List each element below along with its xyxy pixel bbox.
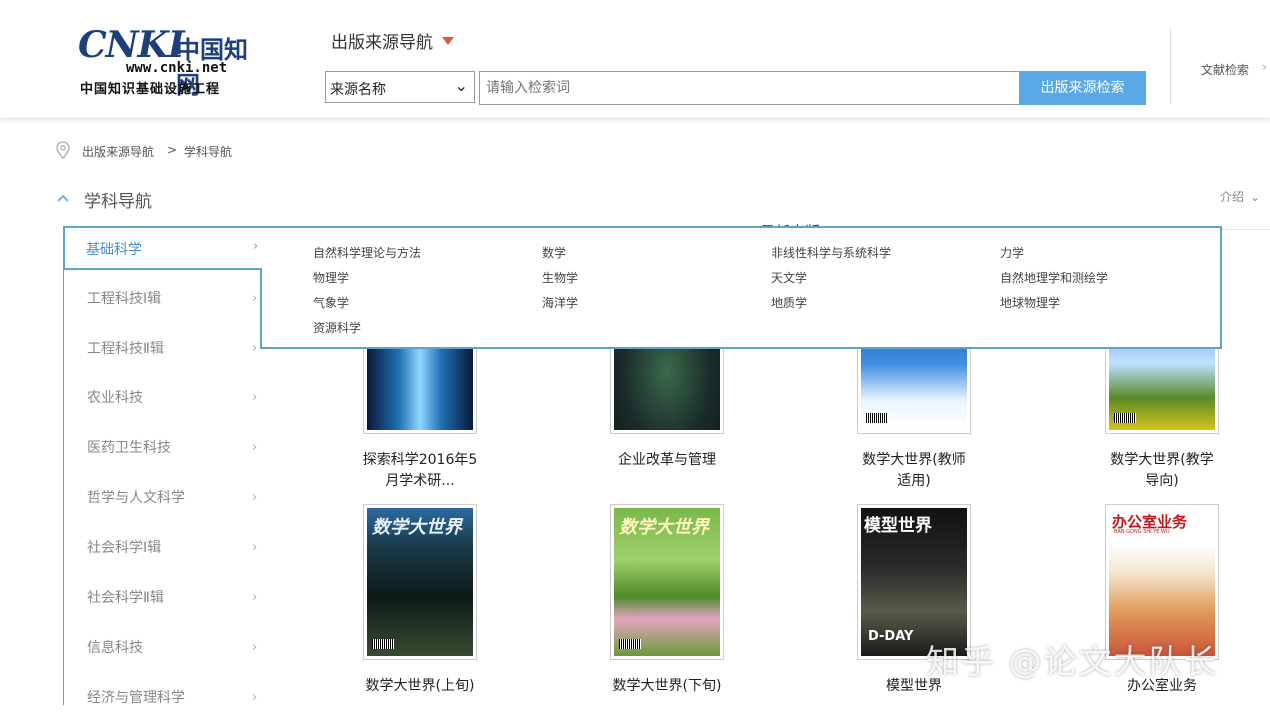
book-title[interactable]: 数学大世界(下旬): [597, 676, 737, 697]
search-button[interactable]: 出版来源检索: [1019, 71, 1146, 105]
breadcrumb-separator: >: [167, 143, 178, 157]
subject-link[interactable]: 气象学: [313, 294, 349, 311]
caret-down-icon[interactable]: [442, 37, 454, 45]
cover-subtitle: BAN GONG SHI YE WU: [1114, 529, 1170, 535]
barcode: [372, 639, 394, 649]
select-value: 来源名称: [330, 82, 386, 98]
chevron-down-icon: ⌄: [454, 76, 468, 95]
barcode: [866, 413, 888, 423]
chevron-right-icon: ›: [252, 390, 258, 405]
book-title[interactable]: 数学大世界(上旬): [350, 676, 490, 697]
subject-link[interactable]: 资源科学: [313, 319, 361, 336]
logo-slogan: 中国知识基础设施工程: [80, 82, 221, 97]
book-cover[interactable]: 数学大世界: [610, 504, 724, 660]
subject-link[interactable]: 自然科学理论与方法: [313, 244, 421, 261]
breadcrumb-item-subject-nav[interactable]: 学科导航: [184, 143, 232, 160]
book-title[interactable]: 企业改革与管理: [597, 450, 737, 471]
subject-link[interactable]: 力学: [1000, 244, 1024, 261]
chevron-right-icon: ›: [252, 690, 258, 705]
logo-url: www.cnki.net: [126, 60, 228, 76]
cover-title: 模型世界: [864, 516, 932, 536]
literature-search-link[interactable]: 文献检索: [1201, 61, 1249, 78]
chevron-right-icon: ›: [252, 540, 258, 555]
subject-link[interactable]: 海洋学: [542, 294, 578, 311]
cover-title: 数学大世界: [372, 517, 462, 538]
book-cover[interactable]: 数学大世界: [363, 504, 477, 660]
header-divider: [1170, 28, 1171, 104]
book-title[interactable]: 数学大世界(教学 导向): [1092, 450, 1232, 492]
tab-panel-join: [258, 228, 264, 268]
sidebar-item-engineering-1[interactable]: 工程科技Ⅰ辑 ›: [64, 274, 262, 324]
source-type-select[interactable]: 来源名称 ⌄: [325, 71, 475, 103]
chevron-right-icon: ›: [252, 440, 258, 455]
search-input[interactable]: [479, 71, 1020, 105]
top-header: CNKI 中国知网 www.cnki.net 中国知识基础设施工程 出版来源导航…: [0, 0, 1270, 119]
cover-title: 数学大世界: [619, 517, 709, 538]
book-title[interactable]: 探索科学2016年5 月学术研...: [350, 450, 490, 492]
sidebar-item-information[interactable]: 信息科技 ›: [64, 623, 262, 673]
nav-dropdown-title[interactable]: 出版来源导航: [331, 28, 433, 53]
sidebar-item-philosophy[interactable]: 哲学与人文科学 ›: [64, 473, 262, 523]
sidebar-item-medicine[interactable]: 医药卫生科技 ›: [64, 423, 262, 473]
barcode: [619, 639, 641, 649]
sidebar-item-engineering-2[interactable]: 工程科技Ⅱ辑 ›: [64, 324, 262, 374]
subject-link[interactable]: 天文学: [771, 269, 807, 286]
cover-subtitle: D-DAY: [868, 629, 914, 644]
subject-link[interactable]: 地质学: [771, 294, 807, 311]
sidebar-item-economics[interactable]: 经济与管理科学 ›: [64, 673, 262, 723]
subject-link[interactable]: 数学: [542, 244, 566, 261]
chevron-right-icon: ›: [252, 590, 258, 605]
watermark: 知乎 @论文大队长: [926, 642, 1219, 681]
subject-link[interactable]: 物理学: [313, 269, 349, 286]
subject-sidebar: 基础科学 › 工程科技Ⅰ辑 › 工程科技Ⅱ辑 › 农业科技 › 医药卫生科技 ›…: [63, 226, 262, 706]
chevron-right-icon: ›: [252, 291, 258, 306]
sidebar-item-social-science-1[interactable]: 社会科学Ⅰ辑 ›: [64, 523, 262, 573]
chevron-right-icon: ›: [252, 341, 258, 356]
chevron-right-icon[interactable]: ›: [1262, 60, 1267, 74]
subject-link[interactable]: 非线性科学与系统科学: [771, 244, 891, 261]
section-title: 学科导航: [84, 192, 152, 212]
breadcrumb-item-source-nav[interactable]: 出版来源导航: [82, 143, 154, 160]
subject-link[interactable]: 生物学: [542, 269, 578, 286]
cnki-logo[interactable]: CNKI 中国知网 www.cnki.net 中国知识基础设施工程: [78, 24, 270, 99]
chevron-down-icon[interactable]: ⌄: [1250, 190, 1260, 204]
barcode: [1114, 413, 1136, 423]
subject-dropdown-panel: 自然科学理论与方法 数学 非线性科学与系统科学 力学 物理学 生物学 天文学 自…: [260, 226, 1222, 349]
sidebar-item-active[interactable]: 基础科学 ›: [63, 226, 262, 270]
chevron-right-icon: ›: [252, 490, 258, 505]
subject-link[interactable]: 自然地理学和测绘学: [1000, 269, 1108, 286]
sidebar-item-agriculture[interactable]: 农业科技 ›: [64, 373, 262, 423]
subject-link[interactable]: 地球物理学: [1000, 294, 1060, 311]
intro-link[interactable]: 介绍: [1220, 188, 1244, 205]
location-pin-icon: [56, 141, 70, 159]
sidebar-item-social-science-2[interactable]: 社会科学Ⅱ辑 ›: [64, 573, 262, 623]
chevron-up-icon[interactable]: [57, 194, 69, 202]
chevron-right-icon: ›: [252, 640, 258, 655]
book-title[interactable]: 数学大世界(教师 适用): [844, 450, 984, 492]
